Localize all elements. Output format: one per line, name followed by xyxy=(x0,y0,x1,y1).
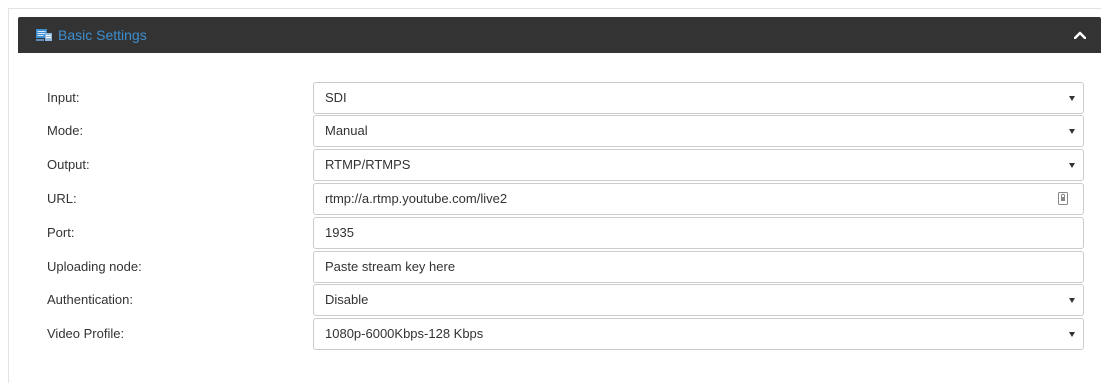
authentication-row: Authentication: Disable xyxy=(18,284,1101,316)
input-label: Input: xyxy=(47,90,80,105)
caret-down-icon xyxy=(1069,96,1075,101)
input-select[interactable]: SDI xyxy=(313,82,1084,114)
url-input-value: rtmp://a.rtmp.youtube.com/live2 xyxy=(325,191,508,206)
panel-header[interactable]: Basic Settings xyxy=(18,17,1101,53)
input-select-value: SDI xyxy=(325,90,347,105)
uploading-node-row: Uploading node: Paste stream key here xyxy=(18,251,1101,283)
url-label: URL: xyxy=(47,191,77,206)
mode-label: Mode: xyxy=(47,123,84,138)
uploading-node-placeholder: Paste stream key here xyxy=(325,259,456,274)
uploading-node-label: Uploading node: xyxy=(47,259,142,274)
output-row: Output: RTMP/RTMPS xyxy=(18,149,1101,181)
authentication-label: Authentication: xyxy=(47,292,134,307)
video-profile-select[interactable]: 1080p-6000Kbps-128 Kbps xyxy=(313,318,1084,350)
mode-select[interactable]: Manual xyxy=(313,115,1084,147)
caret-down-icon xyxy=(1069,163,1075,168)
output-label: Output: xyxy=(47,157,90,172)
output-select-value: RTMP/RTMPS xyxy=(325,157,411,172)
port-row: Port: 1935 xyxy=(18,217,1101,249)
mode-row: Mode: Manual xyxy=(18,115,1101,147)
mode-select-value: Manual xyxy=(325,123,368,138)
password-manager-icon[interactable] xyxy=(1058,192,1068,205)
panel-title: Basic Settings xyxy=(58,27,147,43)
authentication-select[interactable]: Disable xyxy=(313,284,1084,316)
video-profile-label: Video Profile: xyxy=(47,326,125,341)
settings-panel-icon xyxy=(36,28,52,42)
input-row: Input: SDI xyxy=(18,82,1101,114)
output-select[interactable]: RTMP/RTMPS xyxy=(313,149,1084,181)
authentication-select-value: Disable xyxy=(325,292,369,307)
port-input-value: 1935 xyxy=(325,225,354,240)
basic-settings-panel: Basic Settings Input: SDI Mode: Manual O… xyxy=(18,17,1101,383)
url-row: URL: rtmp://a.rtmp.youtube.com/live2 xyxy=(18,183,1101,215)
port-label: Port: xyxy=(47,225,75,240)
caret-down-icon xyxy=(1069,332,1075,337)
uploading-node-input[interactable]: Paste stream key here xyxy=(313,251,1084,283)
video-profile-select-value: 1080p-6000Kbps-128 Kbps xyxy=(325,326,484,341)
collapse-button[interactable] xyxy=(1071,26,1089,44)
caret-down-icon xyxy=(1069,298,1075,303)
caret-down-icon xyxy=(1069,129,1075,134)
url-input[interactable]: rtmp://a.rtmp.youtube.com/live2 xyxy=(313,183,1084,215)
video-profile-row: Video Profile: 1080p-6000Kbps-128 Kbps xyxy=(18,318,1101,350)
chevron-up-icon xyxy=(1074,31,1086,39)
port-input[interactable]: 1935 xyxy=(313,217,1084,249)
